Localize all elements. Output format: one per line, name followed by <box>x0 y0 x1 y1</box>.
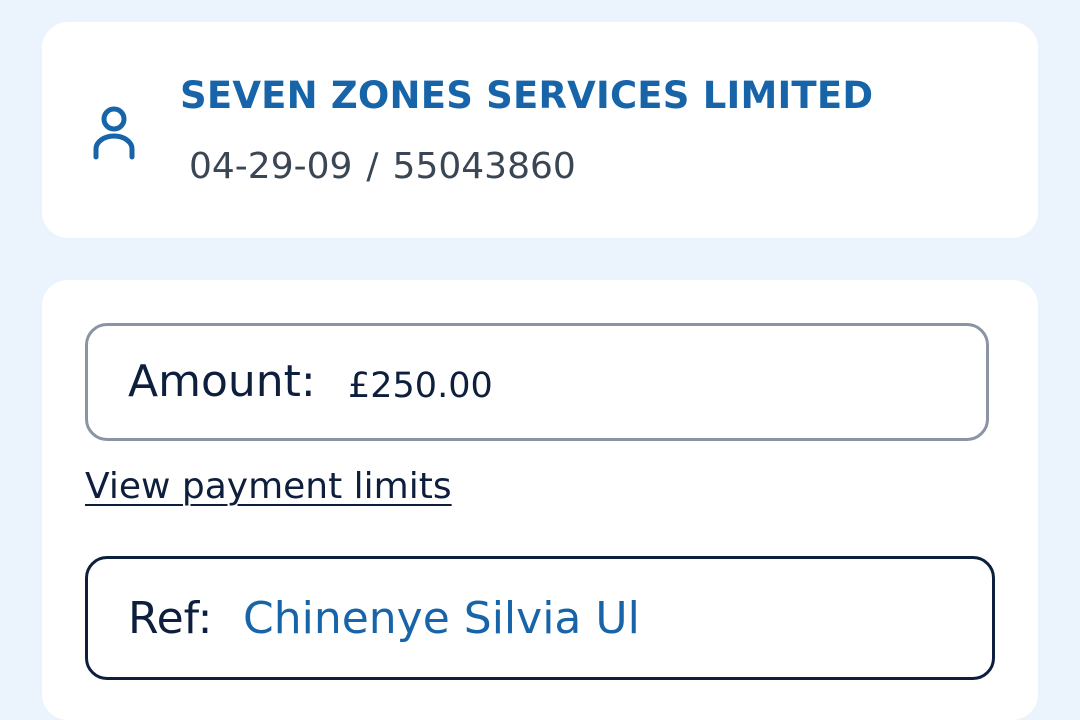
payee-account-details: 04-29-09 / 55043860 <box>189 146 576 187</box>
reference-value[interactable]: Chinenye Silvia Ul <box>243 593 640 644</box>
reference-field[interactable]: Ref: Chinenye Silvia Ul <box>85 556 995 680</box>
sort-code: 04-29-09 <box>189 146 353 187</box>
amount-field[interactable]: Amount: £250.00 <box>85 323 989 441</box>
person-icon <box>92 104 136 160</box>
payee-card: SEVEN ZONES SERVICES LIMITED 04-29-09 / 55… <box>42 22 1038 238</box>
view-payment-limits-link[interactable]: View payment limits <box>85 466 452 507</box>
amount-label: Amount: <box>128 356 316 407</box>
account-separator: / <box>366 146 379 187</box>
amount-value[interactable]: £250.00 <box>348 366 493 406</box>
account-number: 55043860 <box>392 146 576 187</box>
payee-name: SEVEN ZONES SERVICES LIMITED <box>180 74 874 117</box>
payment-form-card: Amount: £250.00 View payment limits Ref:… <box>42 280 1038 720</box>
reference-label: Ref: <box>128 593 213 644</box>
